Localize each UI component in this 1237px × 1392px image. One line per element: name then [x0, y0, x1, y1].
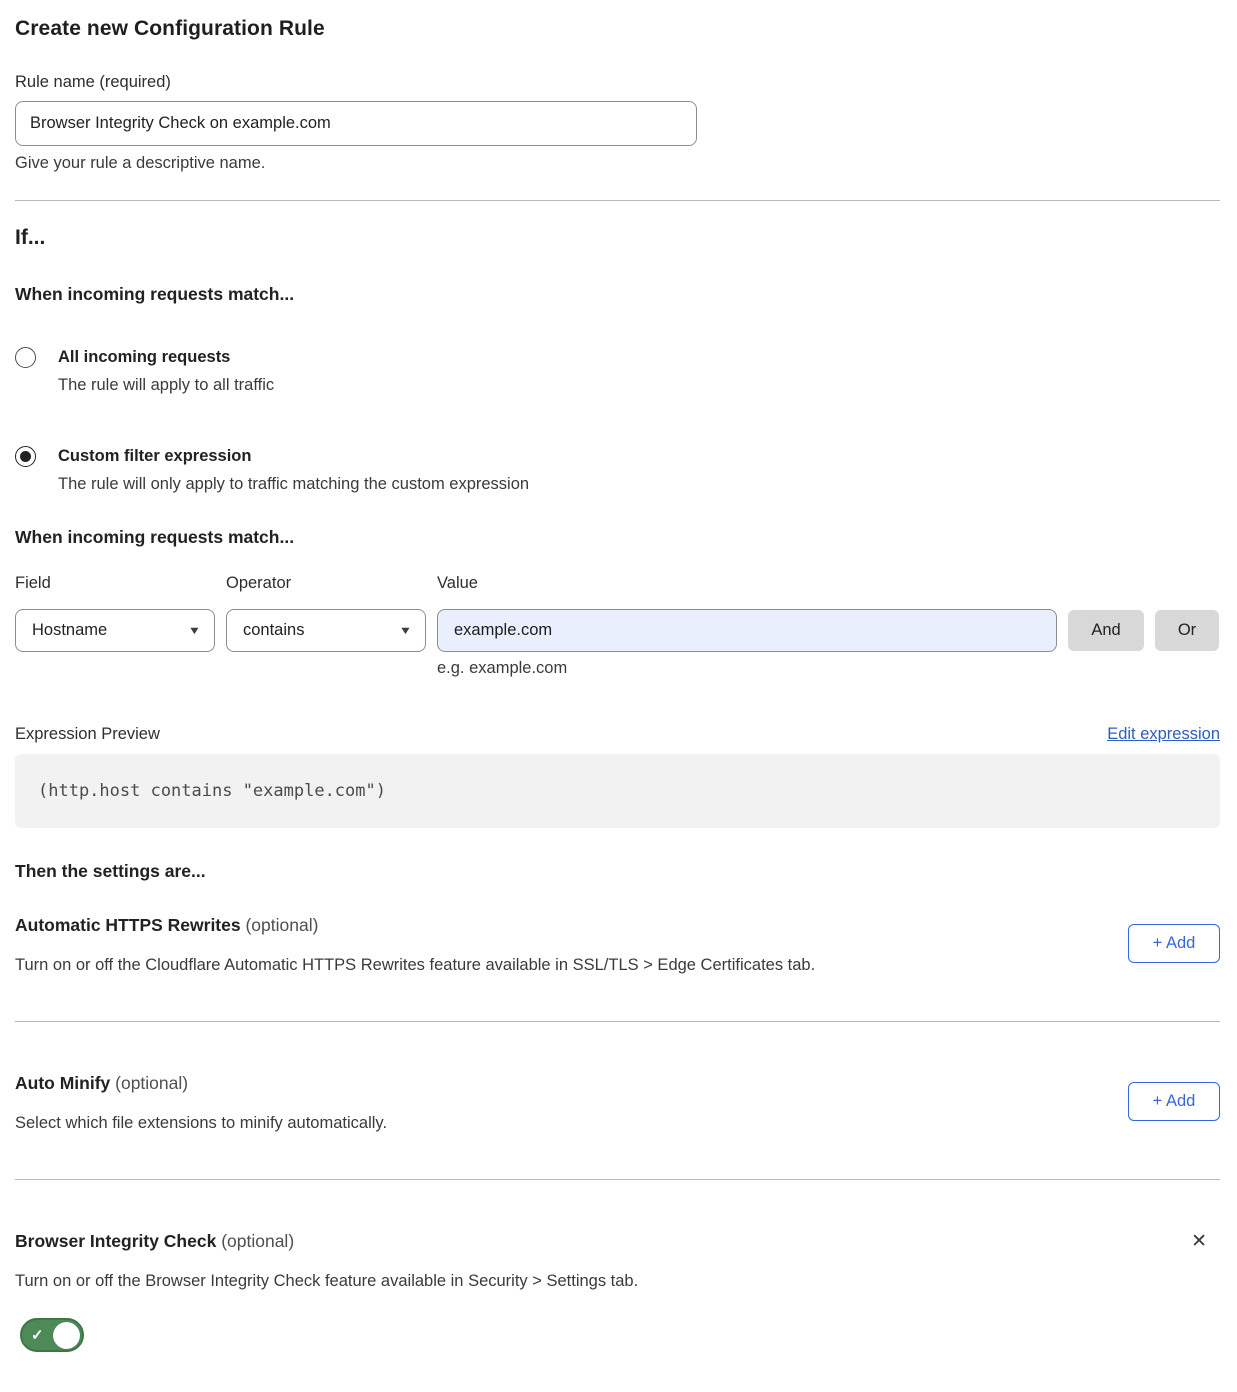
radio-button-selected[interactable]: [15, 446, 36, 467]
setting-description: Turn on or off the Cloudflare Automatic …: [15, 956, 815, 975]
check-icon: ✓: [31, 1328, 44, 1343]
operator-label: Operator: [226, 574, 426, 593]
and-button[interactable]: And: [1068, 610, 1144, 651]
rule-name-help: Give your rule a descriptive name.: [15, 154, 1220, 173]
setting-name: Browser Integrity Check: [15, 1231, 216, 1251]
radio-dot: [20, 451, 31, 462]
radio-label: All incoming requests: [58, 347, 274, 367]
rule-name-input[interactable]: [15, 101, 697, 146]
radio-label: Custom filter expression: [58, 446, 529, 466]
radio-button-unselected[interactable]: [15, 347, 36, 368]
setting-description: Turn on or off the Browser Integrity Che…: [15, 1272, 638, 1291]
page-title: Create new Configuration Rule: [15, 16, 1220, 42]
radio-description: The rule will apply to all traffic: [58, 375, 274, 395]
create-configuration-rule-form: Create new Configuration Rule Rule name …: [0, 0, 1237, 1392]
rule-name-label: Rule name (required): [15, 73, 1220, 92]
setting-optional-tag: (optional): [245, 915, 318, 935]
radio-option-custom-filter[interactable]: Custom filter expression The rule will o…: [15, 446, 1220, 494]
setting-automatic-https-rewrites: Automatic HTTPS Rewrites (optional) Turn…: [15, 915, 1220, 975]
setting-auto-minify: Auto Minify (optional) Select which file…: [15, 1073, 1220, 1133]
field-select[interactable]: Hostname ▼: [15, 609, 215, 652]
chevron-down-icon: ▼: [188, 625, 202, 637]
toggle-knob: [53, 1322, 80, 1349]
expression-preview-box: (http.host contains "example.com"): [15, 754, 1220, 828]
value-label: Value: [437, 574, 1057, 593]
match-heading: When incoming requests match...: [15, 284, 1220, 305]
setting-description: Select which file extensions to minify a…: [15, 1114, 387, 1133]
expression-code: (http.host contains "example.com"): [38, 781, 386, 801]
close-icon[interactable]: ✕: [1191, 1231, 1207, 1252]
browser-integrity-check-toggle[interactable]: ✓: [20, 1318, 84, 1352]
or-button[interactable]: Or: [1155, 610, 1219, 651]
value-input[interactable]: [437, 609, 1057, 652]
setting-optional-tag: (optional): [221, 1231, 294, 1251]
edit-expression-link[interactable]: Edit expression: [1107, 725, 1220, 744]
filter-match-heading: When incoming requests match...: [15, 527, 1220, 548]
setting-name: Automatic HTTPS Rewrites: [15, 915, 241, 935]
radio-option-all-incoming[interactable]: All incoming requests The rule will appl…: [15, 347, 1220, 395]
field-label: Field: [15, 574, 215, 593]
expression-preview-label: Expression Preview: [15, 725, 160, 744]
chevron-down-icon: ▼: [399, 625, 413, 637]
then-settings-heading: Then the settings are...: [15, 861, 1220, 882]
setting-optional-tag: (optional): [115, 1073, 188, 1093]
value-hint: e.g. example.com: [437, 659, 1057, 678]
operator-select-value: contains: [243, 621, 304, 640]
setting-name: Auto Minify: [15, 1073, 110, 1093]
operator-select[interactable]: contains ▼: [226, 609, 426, 652]
section-divider: [15, 200, 1220, 201]
setting-browser-integrity-check: Browser Integrity Check (optional) Turn …: [15, 1231, 1220, 1291]
field-select-value: Hostname: [32, 621, 107, 640]
add-auto-minify-button[interactable]: + Add: [1128, 1082, 1220, 1121]
section-divider: [15, 1021, 1220, 1022]
if-heading: If...: [15, 225, 1220, 251]
radio-description: The rule will only apply to traffic matc…: [58, 474, 529, 494]
add-automatic-https-rewrites-button[interactable]: + Add: [1128, 924, 1220, 963]
section-divider: [15, 1179, 1220, 1180]
